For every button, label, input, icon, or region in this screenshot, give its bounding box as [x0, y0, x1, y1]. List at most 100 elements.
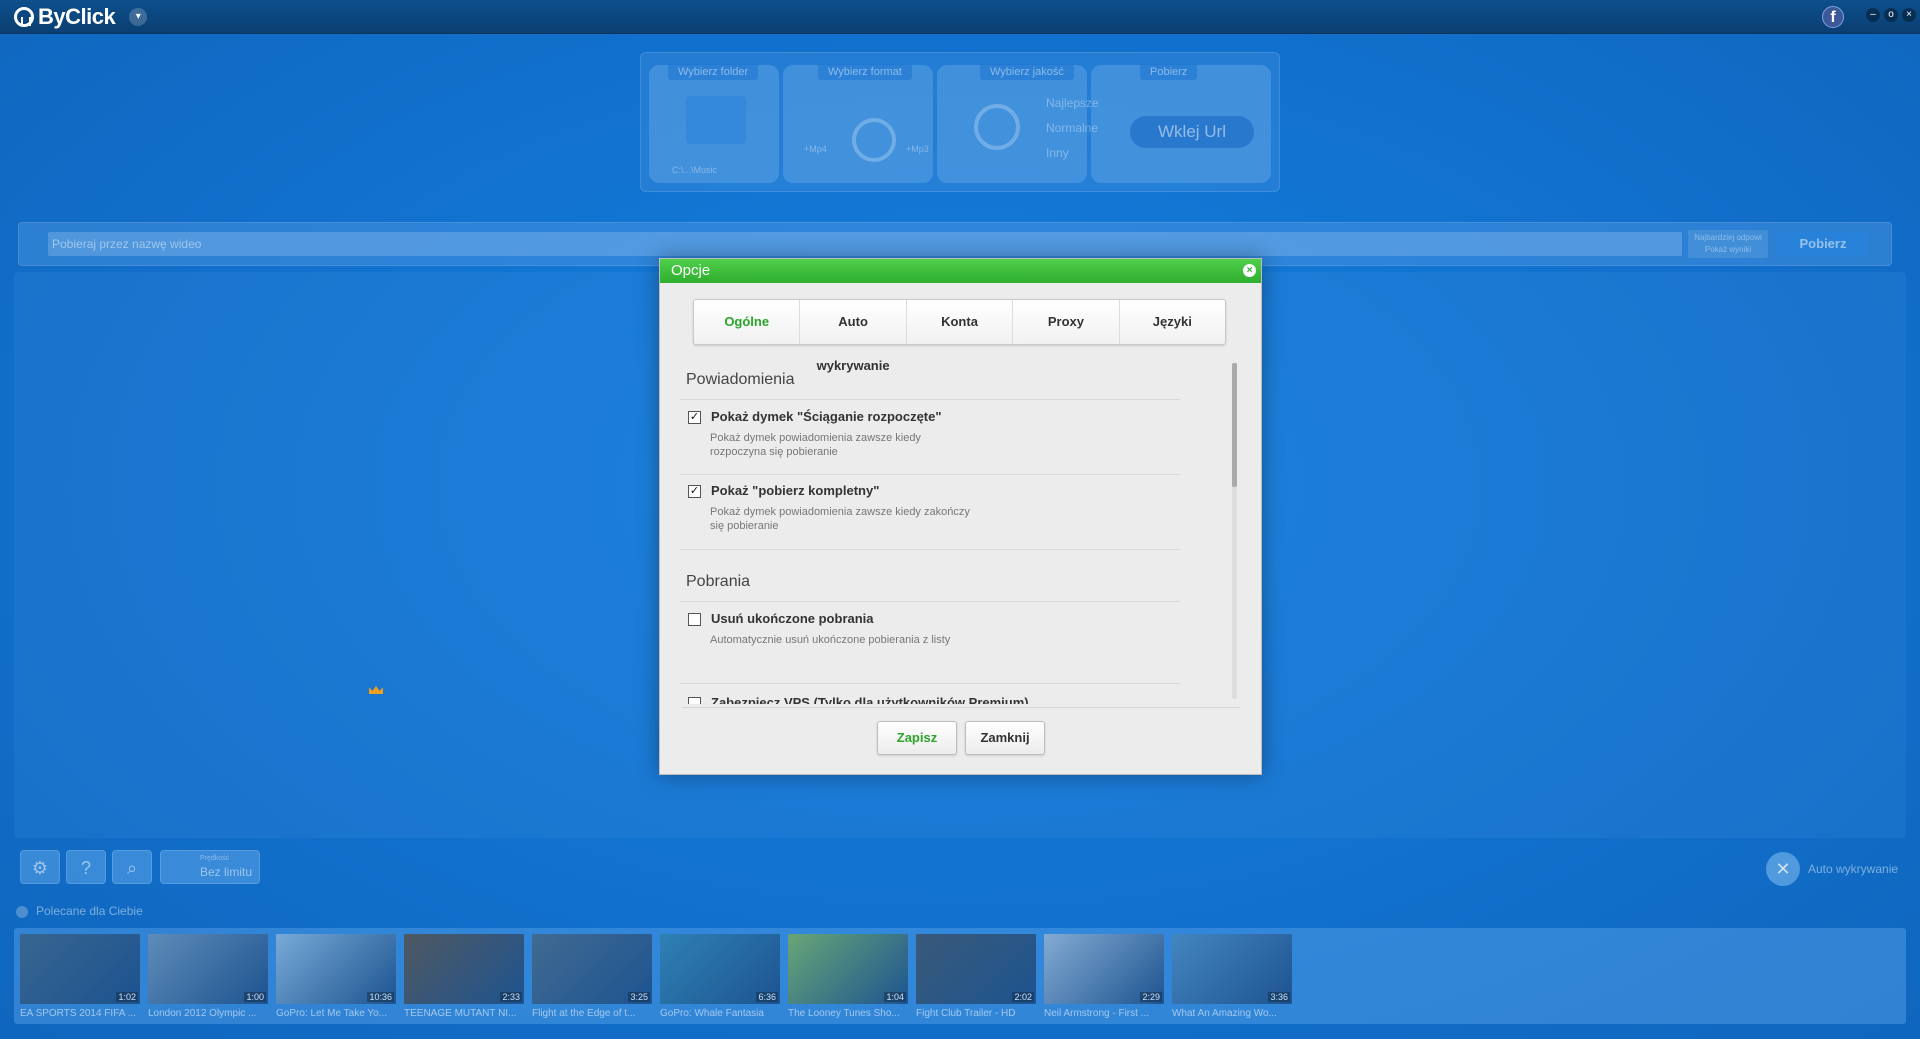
video-duration: 2:29: [1140, 992, 1162, 1002]
options-dialog: Opcje × Ogólne Auto wykrywanie Konta Pro…: [659, 258, 1262, 775]
video-thumbnail[interactable]: 10:36: [276, 934, 396, 1004]
recommended-video[interactable]: 1:00 London 2012 Olympic ...: [148, 934, 268, 1022]
format-label: Wybierz format: [818, 64, 912, 80]
scrollbar-thumb[interactable]: [1232, 363, 1237, 487]
settings-button[interactable]: ⚙: [20, 850, 60, 884]
close-button[interactable]: Zamknij: [965, 721, 1045, 755]
video-title: Fight Club Trailer - HD: [916, 1008, 1016, 1019]
restore-icon[interactable]: o: [1884, 8, 1898, 22]
search-button[interactable]: ⌕: [112, 850, 152, 884]
option-row: ✓ Pokaż dymek "Ściąganie rozpoczęte" Pok…: [680, 407, 1180, 467]
tab-languages[interactable]: Języki: [1120, 300, 1225, 344]
recommended-video[interactable]: 1:02 EA SPORTS 2014 FIFA ...: [20, 934, 140, 1022]
checkbox-show-complete-balloon[interactable]: ✓: [688, 485, 701, 498]
video-thumbnail[interactable]: 2:33: [404, 934, 524, 1004]
search-option-line1: Najbardziej odpowi: [1694, 233, 1762, 242]
video-thumbnail[interactable]: 2:02: [916, 934, 1036, 1004]
paste-url-button[interactable]: Wklej Url: [1130, 116, 1254, 148]
recommended-video[interactable]: 3:25 Flight at the Edge of t...: [532, 934, 652, 1022]
divider: [680, 399, 1180, 400]
tab-auto-detect[interactable]: Auto wykrywanie: [800, 300, 907, 373]
recommended-video[interactable]: 2:33 TEENAGE MUTANT NI...: [404, 934, 524, 1022]
video-title: London 2012 Olympic ...: [148, 1008, 257, 1019]
recommended-video[interactable]: 6:36 GoPro: Whale Fantasia: [660, 934, 780, 1022]
video-title: The Looney Tunes Sho...: [788, 1008, 900, 1019]
video-thumbnail[interactable]: 1:04: [788, 934, 908, 1004]
video-title: EA SPORTS 2014 FIFA ...: [20, 1008, 136, 1019]
close-icon[interactable]: ×: [1243, 264, 1256, 277]
video-duration: 2:02: [1012, 992, 1034, 1002]
video-thumbnail[interactable]: 1:00: [148, 934, 268, 1004]
format-mp3[interactable]: +Mp3: [906, 144, 929, 154]
video-title: Flight at the Edge of t...: [532, 1008, 636, 1019]
folder-path: C:\...\Music: [672, 165, 718, 175]
option-description: Automatycznie usuń ukończone pobierania …: [710, 634, 951, 646]
option-title: Pokaż dymek "Ściąganie rozpoczęte": [711, 409, 942, 424]
options-content: Powiadomienia ✓ Pokaż dymek "Ściąganie r…: [680, 359, 1240, 704]
video-duration: 2:33: [500, 992, 522, 1002]
checkbox-remove-completed[interactable]: [688, 613, 701, 626]
check-icon: ✓: [689, 485, 700, 497]
format-dial-icon[interactable]: [852, 118, 896, 162]
search-icon: ⌕: [126, 858, 138, 878]
tab-general[interactable]: Ogólne: [694, 300, 801, 344]
recommended-video[interactable]: 2:29 Neil Armstrong - First ...: [1044, 934, 1164, 1022]
app-menu-dropdown-icon[interactable]: ▾: [129, 8, 148, 26]
quality-dial-icon[interactable]: [974, 104, 1020, 150]
video-title: TEENAGE MUTANT NI...: [404, 1008, 517, 1019]
format-mp4[interactable]: +Mp4: [804, 144, 827, 154]
video-thumbnail[interactable]: 3:25: [532, 934, 652, 1004]
search-options[interactable]: Najbardziej odpowi Pokaż wyniki: [1688, 230, 1768, 258]
video-duration: 6:36: [756, 992, 778, 1002]
close-icon[interactable]: ×: [1902, 8, 1916, 22]
option-row: Zabezpiecz VPS (Tylko dla użytkowników P…: [680, 693, 1180, 704]
quality-best[interactable]: Najlepsze: [1046, 96, 1099, 110]
section-heading-downloads: Pobrania: [686, 573, 751, 590]
option-description: Pokaż dymek powiadomienia zawsze kiedy z…: [710, 506, 970, 532]
tab-proxy[interactable]: Proxy: [1013, 300, 1120, 344]
help-button[interactable]: ?: [66, 850, 106, 884]
auto-detect-label[interactable]: Auto wykrywanie: [1808, 862, 1898, 876]
auto-detect-icon[interactable]: ✕: [1766, 852, 1800, 886]
video-duration: 1:02: [116, 992, 138, 1002]
folder-icon[interactable]: [686, 96, 746, 144]
recommended-video[interactable]: 2:02 Fight Club Trailer - HD: [916, 934, 1036, 1022]
video-thumbnail[interactable]: 6:36: [660, 934, 780, 1004]
minimize-icon[interactable]: –: [1866, 8, 1880, 22]
section-heading-notifications: Powiadomienia: [686, 371, 795, 388]
recommended-video[interactable]: 1:04 The Looney Tunes Sho...: [788, 934, 908, 1022]
quality-normal[interactable]: Normalne: [1046, 121, 1098, 135]
dialog-title: Opcje: [671, 262, 711, 279]
app-logo: ByClick ▾: [14, 4, 148, 30]
dialog-title-bar: Opcje ×: [660, 259, 1261, 283]
gear-icon: ⚙: [31, 858, 49, 878]
divider: [680, 683, 1180, 684]
video-search-input[interactable]: Pobieraj przez nazwę wideo: [48, 232, 1682, 256]
quality-other[interactable]: Inny: [1046, 146, 1069, 160]
save-button[interactable]: Zapisz: [877, 721, 957, 755]
video-thumbnail[interactable]: 2:29: [1044, 934, 1164, 1004]
recommended-header: Polecane dla Ciebie: [36, 904, 143, 918]
tab-accounts[interactable]: Konta: [907, 300, 1014, 344]
video-duration: 1:04: [884, 992, 906, 1002]
video-thumbnail[interactable]: 3:36: [1172, 934, 1292, 1004]
app-name: ByClick: [38, 4, 116, 29]
search-download-button[interactable]: Pobierz: [1778, 232, 1868, 256]
video-title: Neil Armstrong - First ...: [1044, 1008, 1150, 1019]
checkbox-show-start-balloon[interactable]: ✓: [688, 411, 701, 424]
facebook-icon[interactable]: f: [1822, 6, 1844, 28]
recommended-video[interactable]: 10:36 GoPro: Let Me Take Yo...: [276, 934, 396, 1022]
recommended-video[interactable]: 3:36 What An Amazing Wo...: [1172, 934, 1292, 1022]
divider: [680, 549, 1180, 550]
option-title: Zabezpiecz VPS (Tylko dla użytkowników P…: [711, 695, 1029, 704]
video-duration: 1:00: [244, 992, 266, 1002]
speed-value: Bez limitu: [200, 865, 253, 879]
video-thumbnail[interactable]: 1:02: [20, 934, 140, 1004]
options-scrollbar[interactable]: [1232, 363, 1237, 699]
video-duration: 3:25: [628, 992, 650, 1002]
download-label: Pobierz: [1140, 64, 1198, 80]
video-duration: 3:36: [1268, 992, 1290, 1002]
collapse-icon[interactable]: [16, 906, 28, 918]
video-title: GoPro: Whale Fantasia: [660, 1008, 764, 1019]
checkbox-secure-vps[interactable]: [688, 697, 701, 704]
